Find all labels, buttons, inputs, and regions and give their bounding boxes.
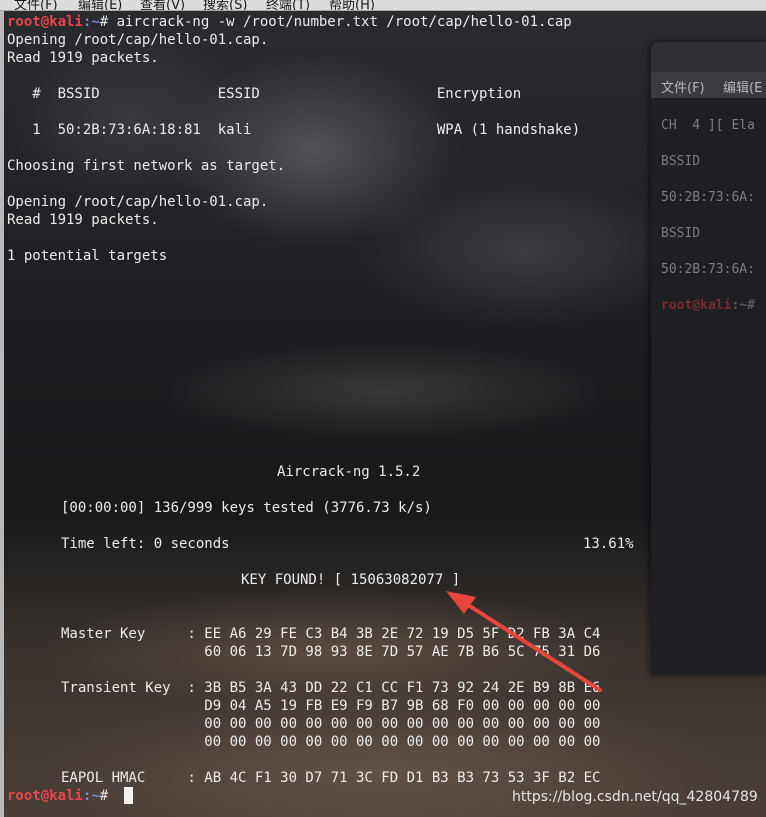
transient-key-line: Transient Key : 3B B5 3A 43 DD 22 C1 CC … [61, 680, 601, 696]
background-window-menu-bar: 文件(F) 编辑(E [651, 72, 766, 98]
table-header: # BSSID ESSID Encryption [7, 86, 522, 102]
master-key-line: Master Key : EE A6 29 FE C3 B4 3B 2E 72 … [61, 626, 601, 642]
bg-prompt: root@kali:~# [661, 298, 755, 313]
command-text: aircrack-ng -w /root/number.txt /root/ca… [116, 14, 572, 30]
menu-help[interactable]: 帮助(H) [329, 0, 375, 10]
menu-terminal[interactable]: 终端(T) [266, 0, 310, 10]
prompt-path: :~ [82, 14, 100, 30]
table-row: 1 50:2B:73:6A:18:81 kali WPA (1 handshak… [7, 122, 581, 138]
bg-menu-edit[interactable]: 编辑(E [723, 77, 762, 96]
prompt-user: root@kali [7, 788, 83, 804]
prompt-hash: # [99, 14, 117, 30]
bg-line: CH 4 ][ Ela [661, 118, 755, 133]
output-line: Opening /root/cap/hello-01.cap. [7, 194, 269, 210]
output-line: Read 1919 packets. [7, 50, 159, 66]
time-left: Time left: 0 seconds [61, 536, 230, 552]
transient-key-line: 00 00 00 00 00 00 00 00 00 00 00 00 00 0… [61, 734, 601, 750]
menu-file[interactable]: 文件(F) [14, 0, 58, 10]
watermark-url: https://blog.csdn.net/qq_42804789 [512, 789, 758, 805]
bg-line: BSSID [661, 154, 701, 169]
prompt-hash: # [99, 788, 117, 804]
text-cursor [124, 787, 133, 804]
bg-line: 50:2B:73:6A: [661, 262, 755, 277]
menu-search[interactable]: 搜索(S) [203, 0, 247, 10]
background-window-titlebar[interactable] [651, 42, 766, 72]
command-line: root@kali:~# aircrack-ng -w /root/number… [7, 13, 572, 31]
eapol-hmac-line: EAPOL HMAC : AB 4C F1 30 D7 71 3C FD D1 … [61, 770, 601, 786]
prompt-line: root@kali:~# [7, 787, 117, 805]
bg-menu-file[interactable]: 文件(F) [661, 77, 705, 96]
output-line: Choosing first network as target. [7, 158, 286, 174]
bg-prompt-rest: :~# [731, 298, 755, 313]
prompt-path: :~ [82, 788, 100, 804]
menu-bar: 文件(F) 编辑(E) 查看(V) 搜索(S) 终端(T) 帮助(H) [0, 0, 766, 11]
menu-view[interactable]: 查看(V) [140, 0, 185, 10]
keys-tested: [00:00:00] 136/999 keys tested (3776.73 … [61, 500, 432, 516]
transient-key-line: 00 00 00 00 00 00 00 00 00 00 00 00 00 0… [61, 716, 601, 732]
output-line: 1 potential targets [7, 248, 168, 264]
menu-edit[interactable]: 编辑(E) [78, 0, 122, 10]
progress-percent: 13.61% [583, 536, 634, 552]
background-terminal-content: CH 4 ][ Ela BSSID 50:2B:73:6A: BSSID 50:… [651, 98, 766, 675]
bg-line: 50:2B:73:6A: [661, 190, 755, 205]
transient-key-line: D9 04 A5 19 FB E9 F9 B7 9B 68 F0 00 00 0… [61, 698, 601, 714]
aircrack-title: Aircrack-ng 1.5.2 [277, 464, 421, 480]
output-line: Opening /root/cap/hello-01.cap. [7, 32, 269, 48]
prompt-user: root@kali [7, 14, 83, 30]
output-line: Read 1919 packets. [7, 212, 159, 228]
master-key-line: 60 06 13 7D 98 93 8E 7D 57 AE 7B B6 5C 7… [61, 644, 601, 660]
background-terminal-window[interactable]: 文件(F) 编辑(E CH 4 ][ Ela BSSID 50:2B:73:6A… [651, 42, 766, 675]
bg-line: BSSID [661, 226, 701, 241]
key-found: KEY FOUND! [ 15063082077 ] [241, 572, 461, 588]
bg-prompt-user: root@kali [661, 298, 732, 313]
